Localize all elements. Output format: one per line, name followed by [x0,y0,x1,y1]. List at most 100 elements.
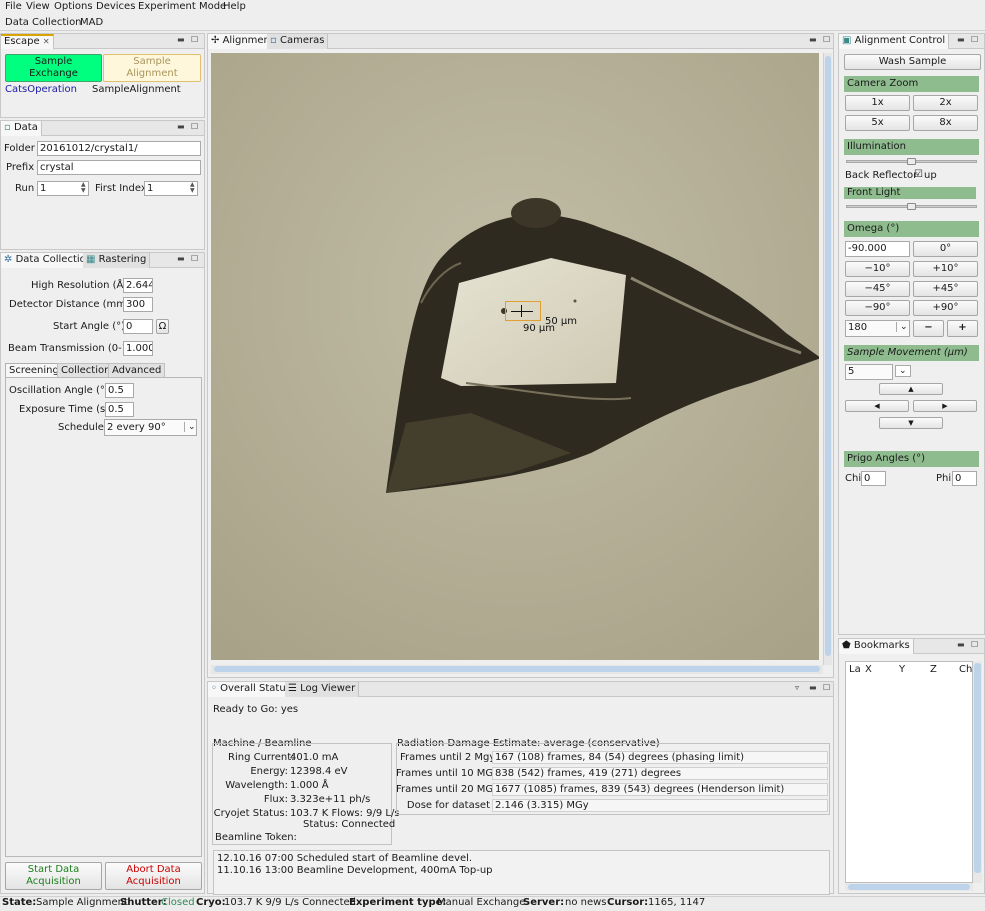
horizontal-scrollbar[interactable] [211,665,823,674]
omega-minus10-button[interactable]: −10° [845,261,910,277]
tab-cameras[interactable]: ▫ Cameras [267,34,329,49]
zoom-2x-button[interactable]: 2x [913,95,978,111]
run-spinner-icon[interactable]: ▲ ▼ [81,182,86,194]
tab-data[interactable]: ▫ Data [1,121,42,136]
column-header-la[interactable]: La [849,664,861,675]
omega-plus45-button[interactable]: +45° [913,281,978,297]
omega-header: Omega (°) [844,221,979,237]
minimize-icon[interactable]: ▬ [177,35,185,44]
maximize-icon[interactable]: ☐ [191,254,198,263]
start-angle-input[interactable]: 0 [123,319,153,334]
menu-mad[interactable]: MAD [80,17,103,28]
omega-plus90-button[interactable]: +90° [913,300,978,316]
detector-distance-label: Detector Distance (mm) [9,299,130,310]
omega-0-button[interactable]: 0° [913,241,978,257]
close-icon[interactable]: ✕ [43,37,50,46]
move-left-button[interactable]: ◀ [845,400,909,412]
bookmarks-vertical-scrollbar[interactable] [973,661,982,883]
minimize-icon[interactable]: ▬ [809,683,817,692]
chevron-down-icon[interactable]: ⌄ [184,422,196,432]
crystal-loop-image [211,53,819,660]
maximize-icon[interactable]: ☐ [823,683,830,692]
news-log-area[interactable]: 12.10.16 07:00 Scheduled start of Beamli… [213,850,830,895]
oscillation-angle-input[interactable]: 0.5 [105,383,134,398]
back-reflector-checkbox[interactable]: ☑ [914,169,923,180]
omega-plus-button[interactable]: + [947,320,978,337]
omega-input[interactable]: -90.000 [845,241,910,257]
minimize-icon[interactable]: ▬ [809,35,817,44]
bookmarks-horizontal-scrollbar[interactable] [845,883,973,891]
minimize-icon[interactable]: ▬ [177,122,185,131]
maximize-icon[interactable]: ☐ [971,35,978,44]
alignment-panel: ✢ Alignment ▫ Cameras ▬ ☐ 90 µm 50 µm [207,33,834,678]
prefix-input[interactable]: crystal [37,160,201,175]
camera-image[interactable]: 90 µm 50 µm [211,53,819,660]
menu-view[interactable]: View [26,1,50,12]
omega-plus10-button[interactable]: +10° [913,261,978,277]
experiment-type-value: Manual Exchange [437,897,526,908]
maximize-icon[interactable]: ☐ [191,35,198,44]
arrow-down-icon: ▼ [908,419,914,427]
tab-collection[interactable]: Collection [57,363,115,377]
menu-help[interactable]: Help [223,1,246,12]
detector-distance-input[interactable]: 300 [123,297,153,312]
wash-sample-button[interactable]: Wash Sample [844,54,981,70]
sample-alignment-button[interactable]: Sample Alignment [103,54,201,82]
tab-bookmarks[interactable]: ⬟ Bookmarks [839,639,914,654]
move-up-button[interactable]: ▲ [879,383,943,395]
tab-rastering[interactable]: ▦ Rastering [83,253,151,268]
chevron-down-icon[interactable]: ⌄ [895,365,911,377]
movement-step-select[interactable]: 5 [845,364,893,380]
omega-minus-button[interactable]: − [913,320,944,337]
column-header-x[interactable]: X [865,664,872,675]
beam-transmission-input[interactable]: 1.0000 [123,341,153,356]
tab-advanced[interactable]: Advanced [108,363,166,377]
menu-data-collection[interactable]: Data Collection [5,17,82,28]
maximize-icon[interactable]: ☐ [971,640,978,649]
vertical-scrollbar[interactable] [823,53,832,665]
column-header-z[interactable]: Z [930,664,937,675]
column-header-y[interactable]: Y [899,664,905,675]
phi-input[interactable]: 0 [952,471,977,486]
tab-alignment-control[interactable]: ▣ Alignment Control [839,34,950,49]
folder-input[interactable]: 20161012/crystal1/ [37,141,201,156]
shutter-value: Closed [161,897,195,908]
high-resolution-input[interactable]: 2.644 [123,278,153,293]
zoom-1x-button[interactable]: 1x [845,95,910,111]
omega-set-button[interactable]: Ω [156,319,169,334]
cats-operation-label: CatsOperation [5,84,78,95]
move-right-button[interactable]: ▶ [913,400,977,412]
menu-experiment-mode[interactable]: Experiment Mode [138,1,226,12]
zoom-8x-button[interactable]: 8x [913,115,978,131]
illumination-slider-handle[interactable] [907,158,916,165]
zoom-5x-button[interactable]: 5x [845,115,910,131]
column-header-ch[interactable]: Ch [959,664,972,675]
start-acquisition-button[interactable]: Start Data Acquisition [5,862,102,890]
chi-input[interactable]: 0 [861,471,886,486]
dose-label: Dose for dataset [406,800,490,811]
omega-minus90-button[interactable]: −90° [845,300,910,316]
first-index-spinner-icon[interactable]: ▲ ▼ [190,182,195,194]
abort-acquisition-button[interactable]: Abort Data Acquisition [105,862,202,890]
minimize-icon[interactable]: ▬ [957,640,965,649]
tab-screening[interactable]: Screening [5,363,63,377]
tab-log-viewer[interactable]: ☰ Log Viewer [285,682,360,697]
sample-exchange-button[interactable]: Sample Exchange [5,54,102,82]
minimize-icon[interactable]: ▬ [177,254,185,263]
exposure-time-input[interactable]: 0.5 [105,402,134,417]
chevron-down-icon[interactable]: ⌄ [896,322,908,332]
menu-options[interactable]: Options [54,1,93,12]
tab-data-collection[interactable]: ✲ Data Collection [1,253,97,268]
menu-file[interactable]: File [5,1,22,12]
bookmarks-table[interactable]: La X Y Z Ch [845,661,973,883]
move-down-button[interactable]: ▼ [879,417,943,429]
minimize-icon[interactable]: ▬ [957,35,965,44]
maximize-icon[interactable]: ☐ [823,35,830,44]
view-menu-icon[interactable]: ▿ [795,683,799,692]
tab-overall-status[interactable]: ◦ Overall Status [208,682,295,697]
front-light-slider-handle[interactable] [907,203,916,210]
maximize-icon[interactable]: ☐ [191,122,198,131]
menu-devices[interactable]: Devices [96,1,135,12]
omega-minus45-button[interactable]: −45° [845,281,910,297]
tab-escape[interactable]: Escape ✕ [1,34,54,49]
